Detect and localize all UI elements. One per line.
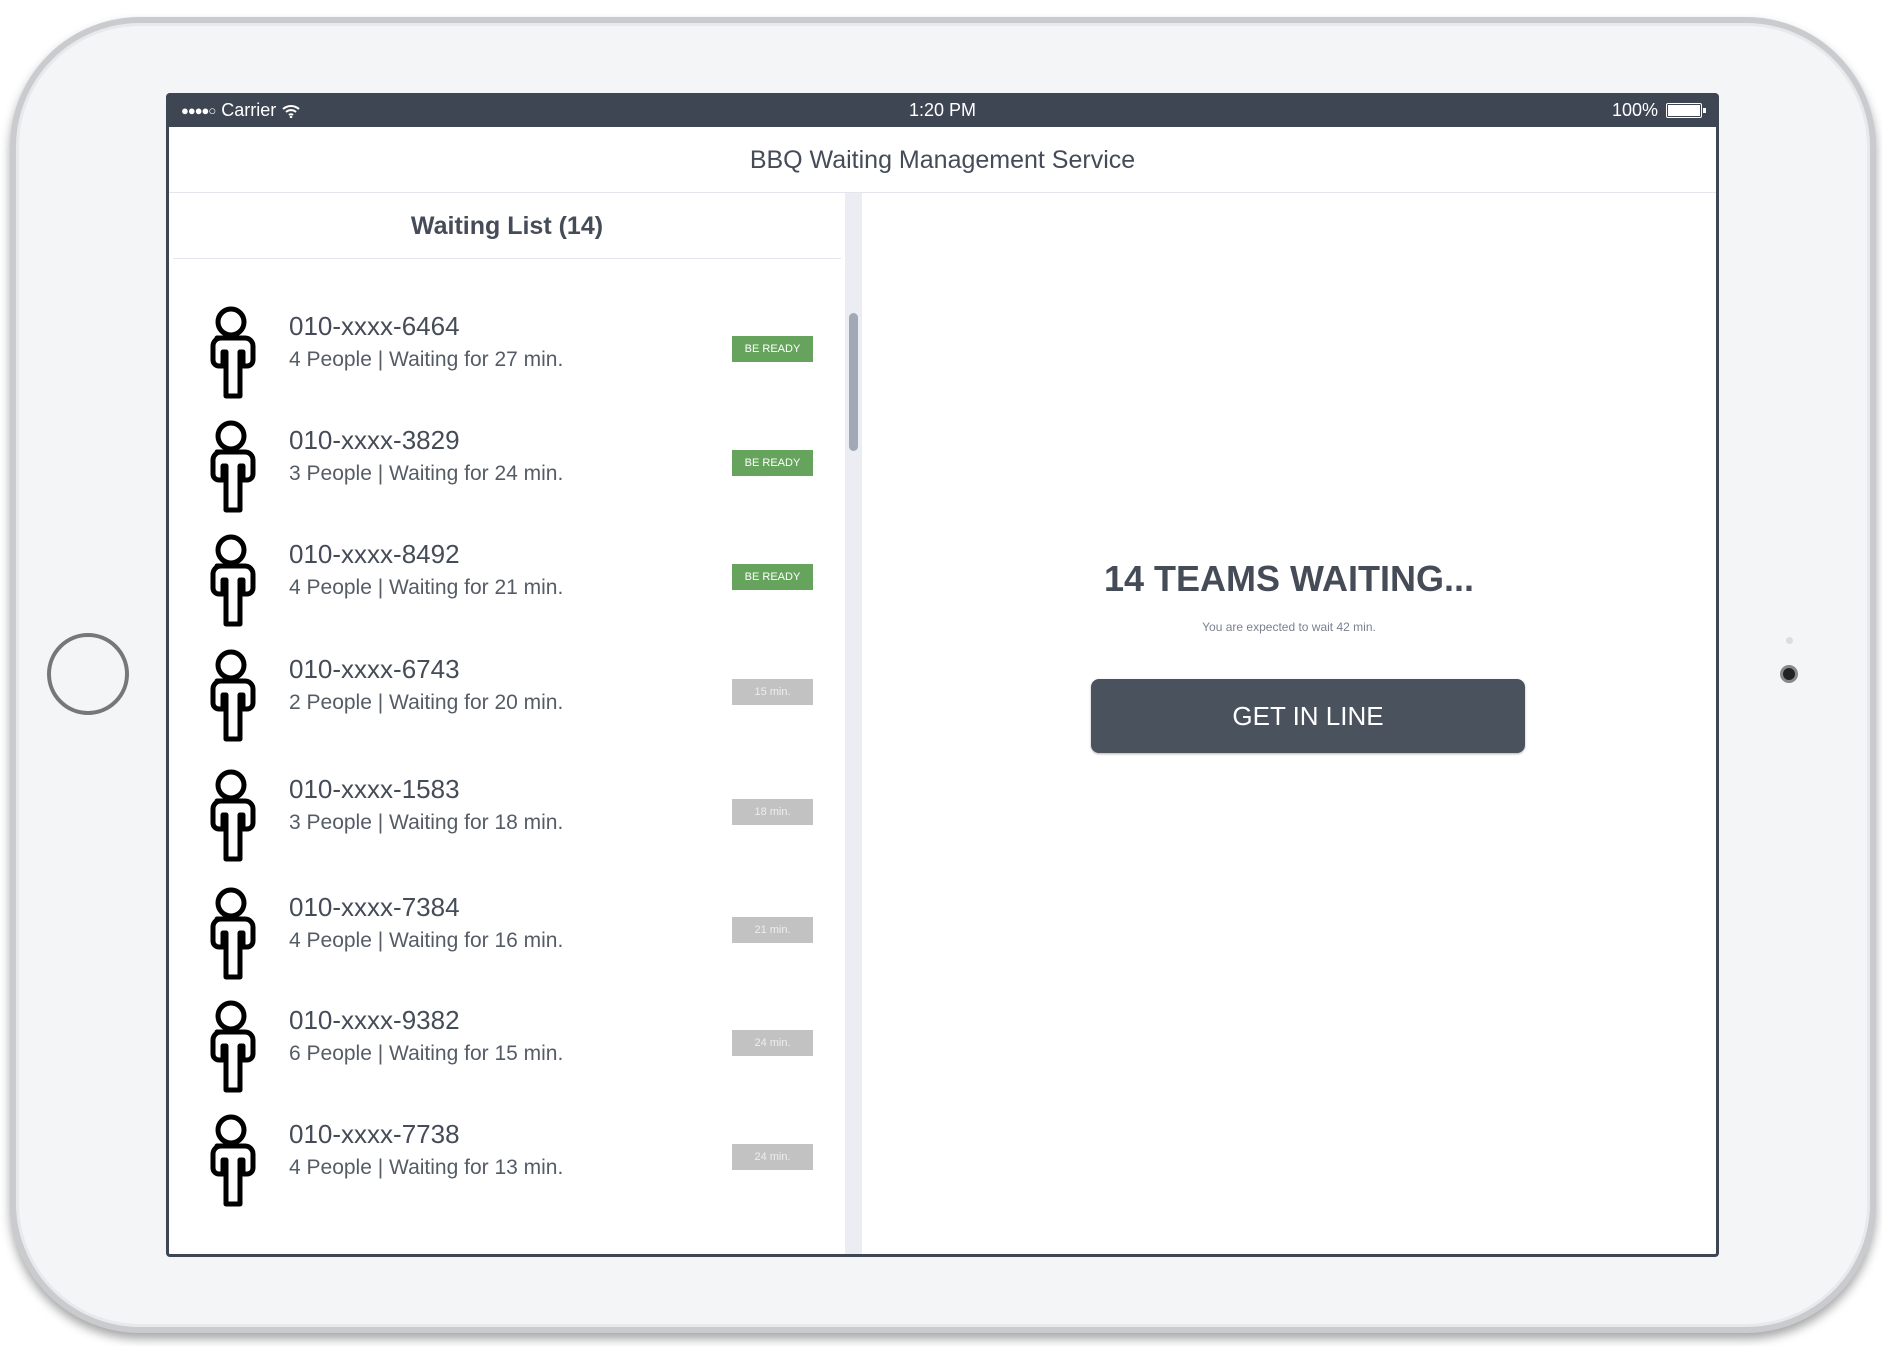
status-bar: ●●●●○ Carrier 1:20 PM 100% [169, 93, 1716, 127]
party-info: 3 People | Waiting for 24 min. [289, 462, 564, 485]
teams-waiting-heading: 14 TEAMS WAITING... [1103, 558, 1475, 599]
person-icon [210, 887, 256, 980]
party-info: 4 People | Waiting for 27 min. [289, 348, 564, 371]
list-item[interactable]: 010-xxxx-3829 3 People | Waiting for 24 … [169, 400, 845, 513]
status-badge: 15 min. [732, 679, 813, 705]
list-item[interactable]: 010-xxxx-7384 4 People | Waiting for 16 … [169, 867, 845, 980]
summary-panel: 14 TEAMS WAITING... You are expected to … [862, 193, 1716, 1254]
status-badge: BE READY [732, 564, 813, 590]
phone-number: 010-xxxx-7738 [289, 1119, 460, 1149]
status-badge: 18 min. [732, 799, 813, 825]
phone-number: 010-xxxx-9382 [289, 1005, 460, 1035]
sensor [1786, 637, 1793, 644]
list-item[interactable]: 010-xxxx-8492 4 People | Waiting for 21 … [169, 514, 845, 627]
status-badge: 24 min. [732, 1144, 813, 1170]
party-info: 3 People | Waiting for 18 min. [289, 811, 564, 834]
battery-icon [1666, 103, 1706, 118]
waiting-list-panel: Waiting List (14) 010-xxxx-6464 4 People… [169, 193, 845, 1254]
phone-number: 010-xxxx-6743 [289, 654, 460, 684]
page-title: BBQ Waiting Management Service [169, 127, 1716, 193]
person-icon [210, 420, 256, 513]
phone-number: 010-xxxx-3829 [289, 425, 460, 455]
party-info: 4 People | Waiting for 16 min. [289, 929, 564, 952]
party-info: 4 People | Waiting for 13 min. [289, 1156, 564, 1179]
phone-number: 010-xxxx-1583 [289, 774, 460, 804]
phone-number: 010-xxxx-6464 [289, 311, 460, 341]
clock: 1:20 PM [908, 100, 977, 120]
scrollbar[interactable] [845, 193, 862, 1254]
expected-wait-text: You are expected to wait 42 min. [1202, 620, 1376, 634]
status-badge: BE READY [732, 336, 813, 362]
home-button[interactable] [47, 633, 129, 715]
list-item[interactable]: 010-xxxx-7738 4 People | Waiting for 13 … [169, 1094, 845, 1207]
person-icon [210, 534, 256, 627]
status-badge: BE READY [732, 450, 813, 476]
person-icon [210, 306, 256, 399]
list-item[interactable]: 010-xxxx-6464 4 People | Waiting for 27 … [169, 286, 845, 399]
status-badge: 21 min. [732, 917, 813, 943]
phone-number: 010-xxxx-7384 [289, 892, 460, 922]
phone-number: 010-xxxx-8492 [289, 539, 460, 569]
person-icon [210, 769, 256, 862]
waiting-list-title: Waiting List (14) [173, 193, 841, 259]
party-info: 4 People | Waiting for 21 min. [289, 576, 564, 599]
list-item[interactable]: 010-xxxx-1583 3 People | Waiting for 18 … [169, 749, 845, 862]
screen: ●●●●○ Carrier 1:20 PM 100% BBQ Waiting Ma… [166, 93, 1719, 1257]
status-badge: 24 min. [732, 1030, 813, 1056]
party-info: 2 People | Waiting for 20 min. [289, 691, 564, 714]
party-info: 6 People | Waiting for 15 min. [289, 1042, 564, 1065]
scrollbar-thumb[interactable] [849, 313, 858, 451]
person-icon [210, 649, 256, 742]
person-icon [210, 1000, 256, 1093]
person-icon [210, 1114, 256, 1207]
list-item[interactable]: 010-xxxx-9382 6 People | Waiting for 15 … [169, 980, 845, 1093]
list-item[interactable]: 010-xxxx-6743 2 People | Waiting for 20 … [169, 629, 845, 742]
camera [1780, 665, 1798, 683]
battery-percent: 100% [1611, 100, 1658, 120]
get-in-line-button[interactable]: GET IN LINE [1091, 679, 1525, 753]
